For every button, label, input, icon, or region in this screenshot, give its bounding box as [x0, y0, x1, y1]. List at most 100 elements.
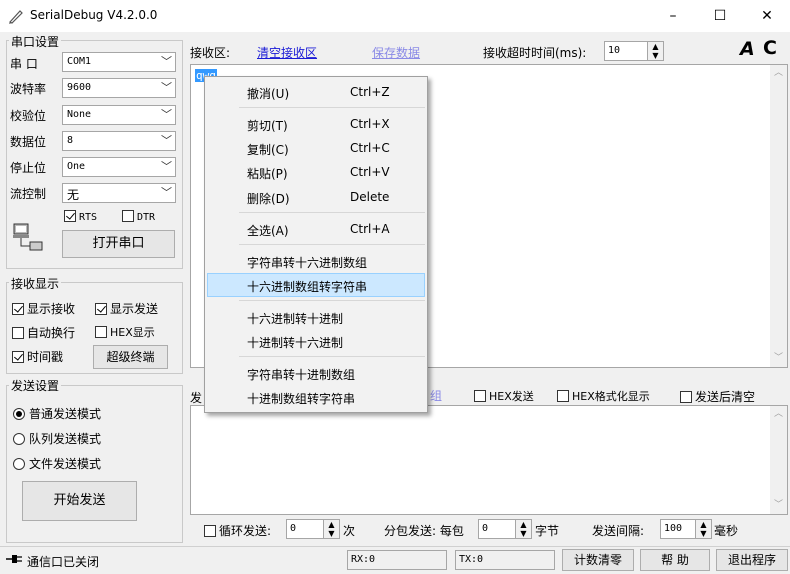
window-title: SerialDebug V4.2.0.0	[30, 8, 158, 22]
timestamp-check-mark[interactable]	[12, 351, 24, 363]
interval-spinner[interactable]: 100 ▲ ▼	[660, 519, 712, 539]
menu-separator	[239, 212, 425, 213]
menu-item-dec-array-to-str[interactable]: 十进制数组转字符串	[207, 385, 425, 409]
menu-item-copy[interactable]: 复制(C) Ctrl+C	[207, 136, 425, 160]
menu-item-paste[interactable]: 粘贴(P) Ctrl+V	[207, 160, 425, 184]
minimize-button[interactable]: –	[650, 0, 696, 32]
port-select[interactable]: COM1 ﹀	[62, 52, 176, 72]
menu-item-select-all[interactable]: 全选(A) Ctrl+A	[207, 217, 425, 241]
scroll-down-icon[interactable]: ﹀	[770, 497, 787, 514]
timeout-label: 接收超时时间(ms):	[483, 46, 587, 60]
stopbits-label: 停止位	[10, 161, 47, 175]
normal-send-radio[interactable]: 普通发送模式	[13, 405, 101, 422]
auto-wrap-check-mark[interactable]	[12, 327, 24, 339]
open-port-button[interactable]: 打开串口	[62, 230, 175, 258]
chevron-down-icon: ﹀	[161, 81, 172, 94]
split-size-spinner[interactable]: 0 ▲ ▼	[478, 519, 532, 539]
stopbits-select[interactable]: One ﹀	[62, 157, 176, 177]
scroll-down-icon[interactable]: ﹀	[770, 350, 787, 367]
menu-item-str-to-dec-array[interactable]: 字符串转十进制数组	[207, 361, 425, 385]
hex-display-check-mark[interactable]	[95, 326, 107, 338]
hex-display-checkbox[interactable]: HEX显示	[95, 324, 155, 340]
auto-wrap-checkbox[interactable]: 自动换行	[12, 324, 75, 341]
tx-counter: TX:0	[455, 550, 555, 570]
parity-select[interactable]: None ﹀	[62, 105, 176, 125]
rts-checkbox[interactable]: RTS	[64, 209, 97, 223]
serial-settings-title: 串口设置	[9, 33, 62, 50]
menu-item-str-to-hex-array[interactable]: 字符串转十六进制数组	[207, 249, 425, 273]
recv-scrollbar[interactable]: ︿ ﹀	[770, 65, 787, 367]
hex-format-check-mark[interactable]	[557, 390, 569, 402]
rts-check-mark[interactable]	[64, 210, 76, 222]
spin-arrows-icon[interactable]: ▲ ▼	[695, 520, 711, 538]
clear-recv-link[interactable]: 清空接收区	[257, 44, 317, 61]
refresh-icon[interactable]: C	[763, 37, 777, 59]
baud-label: 波特率	[10, 82, 47, 96]
dtr-check-mark[interactable]	[122, 210, 134, 222]
start-send-button[interactable]: 开始发送	[22, 481, 137, 521]
menu-separator	[239, 107, 425, 108]
clear-after-send-checkbox[interactable]: 发送后清空	[680, 388, 755, 405]
normal-send-radio-dot[interactable]	[13, 408, 25, 420]
show-send-checkbox[interactable]: 显示发送	[95, 300, 158, 317]
clear-after-check-mark[interactable]	[680, 391, 692, 403]
menu-item-hex-to-dec[interactable]: 十六进制转十进制	[207, 305, 425, 329]
menu-separator	[239, 356, 425, 357]
plug-icon	[13, 223, 43, 251]
help-button[interactable]: 帮 助	[640, 549, 710, 571]
queue-send-radio[interactable]: 队列发送模式	[13, 430, 101, 447]
chevron-down-icon: ﹀	[161, 134, 172, 147]
show-recv-checkbox[interactable]: 显示接收	[12, 300, 75, 317]
spin-arrows-icon[interactable]: ▲ ▼	[323, 520, 339, 538]
reset-count-button[interactable]: 计数清零	[562, 549, 634, 571]
hex-send-check-mark[interactable]	[474, 390, 486, 402]
file-send-radio-dot[interactable]	[13, 458, 25, 470]
send-area-label: 发	[190, 391, 203, 405]
hex-format-checkbox[interactable]: HEX格式化显示	[557, 388, 650, 404]
flow-select[interactable]: 无 ﹀	[62, 183, 176, 203]
parity-label: 校验位	[10, 109, 47, 123]
loop-send-check-mark[interactable]	[204, 525, 216, 537]
interval-label: 发送间隔:	[592, 524, 645, 538]
exit-button[interactable]: 退出程序	[716, 549, 788, 571]
databits-select[interactable]: 8 ﹀	[62, 131, 176, 151]
send-scrollbar[interactable]: ︿ ﹀	[770, 406, 787, 514]
loop-count-spinner[interactable]: 0 ▲ ▼	[286, 519, 340, 539]
send-textarea[interactable]: ︿ ﹀	[190, 405, 788, 515]
send-link-tail[interactable]: 组	[430, 387, 442, 404]
queue-send-radio-dot[interactable]	[13, 433, 25, 445]
recv-area-label: 接收区:	[190, 46, 231, 60]
context-menu: 撤消(U) Ctrl+Z 剪切(T) Ctrl+X 复制(C) Ctrl+C 粘贴(P…	[204, 76, 428, 413]
app-pen-icon	[9, 10, 23, 24]
maximize-button[interactable]: ☐	[697, 0, 743, 32]
flow-label: 流控制	[10, 187, 47, 201]
loop-unit: 次	[343, 524, 356, 538]
dtr-checkbox[interactable]: DTR	[122, 209, 155, 223]
loop-send-checkbox[interactable]: 循环发送:	[204, 522, 271, 539]
send-settings-title: 发送设置	[9, 377, 62, 394]
file-send-radio[interactable]: 文件发送模式	[13, 455, 101, 472]
baud-select[interactable]: 9600 ﹀	[62, 78, 176, 98]
close-button[interactable]: ✕	[744, 0, 790, 32]
scroll-up-icon[interactable]: ︿	[770, 65, 787, 82]
show-send-check-mark[interactable]	[95, 303, 107, 315]
menu-item-hex-array-to-str[interactable]: 十六进制数组转字符串	[207, 273, 425, 297]
font-icon[interactable]: A	[740, 38, 755, 60]
title-bar: SerialDebug V4.2.0.0 – ☐ ✕	[0, 0, 790, 32]
timeout-spinner[interactable]: 10 ▲ ▼	[604, 41, 664, 61]
status-divider	[0, 546, 790, 547]
menu-item-undo[interactable]: 撤消(U) Ctrl+Z	[207, 80, 425, 104]
super-terminal-button[interactable]: 超级终端	[93, 345, 168, 369]
menu-item-delete[interactable]: 删除(D) Delete	[207, 185, 425, 209]
menu-item-dec-to-hex[interactable]: 十进制转十六进制	[207, 329, 425, 353]
menu-item-cut[interactable]: 剪切(T) Ctrl+X	[207, 112, 425, 136]
save-data-link[interactable]: 保存数据	[372, 44, 420, 61]
timestamp-checkbox[interactable]: 时间戳	[12, 348, 63, 365]
spin-arrows-icon[interactable]: ▲ ▼	[647, 42, 663, 60]
spin-arrows-icon[interactable]: ▲ ▼	[515, 520, 531, 538]
scroll-up-icon[interactable]: ︿	[770, 406, 787, 423]
show-recv-check-mark[interactable]	[12, 303, 24, 315]
hex-send-checkbox[interactable]: HEX发送	[474, 388, 534, 404]
recv-display-title: 接收显示	[9, 275, 62, 292]
split-unit: 字节	[535, 524, 560, 538]
